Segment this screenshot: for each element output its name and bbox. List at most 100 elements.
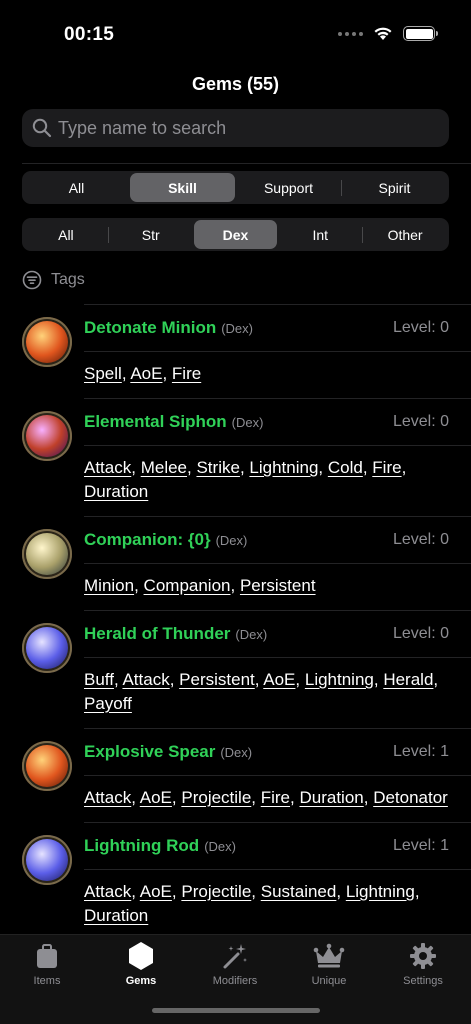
gem-tag-link[interactable]: Attack	[84, 458, 131, 477]
gem-attribute: (Dex)	[231, 414, 264, 430]
gem-row[interactable]: Companion: {0} (Dex) Level: 0 Minion, Compa…	[22, 516, 471, 610]
attr-filter-int[interactable]: Int	[278, 220, 362, 249]
gem-tags: Minion, Companion, Persistent	[84, 563, 471, 610]
divider	[22, 163, 471, 164]
tab-unique[interactable]: Unique	[282, 941, 376, 987]
gem-tag-link[interactable]: Duration	[299, 788, 363, 807]
gem-list: Detonate Minion (Dex) Level: 0 Spell, AoE, …	[0, 304, 471, 1003]
status-bar: 00:15	[0, 0, 471, 60]
gem-level: Level: 1	[392, 743, 449, 760]
gem-icon	[22, 623, 72, 673]
type-filter-all[interactable]: All	[24, 173, 129, 202]
gem-icon	[22, 411, 72, 461]
cellular-signal-icon	[338, 31, 363, 36]
type-filter-support[interactable]: Support	[236, 173, 341, 202]
gem-level: Level: 1	[392, 837, 449, 854]
tab-settings[interactable]: Settings	[376, 941, 470, 987]
status-time: 00:15	[64, 24, 115, 45]
gem-level: Level: 0	[392, 625, 449, 642]
attr-filter-other[interactable]: Other	[363, 220, 447, 249]
gem-tag-link[interactable]: Attack	[122, 670, 169, 689]
tab-modifiers[interactable]: Modifiers	[188, 941, 282, 987]
gem-tag-link[interactable]: Attack	[84, 882, 131, 901]
gem-tags: Attack, Melee, Strike, Lightning, Cold, …	[84, 445, 471, 516]
gem-tag-link[interactable]: Detonator	[373, 788, 448, 807]
gem-tag-link[interactable]: Persistent	[240, 576, 316, 595]
gem-tag-link[interactable]: Herald	[383, 670, 433, 689]
gem-tag-link[interactable]: Fire	[372, 458, 401, 477]
tab-gems-label: Gems	[125, 975, 157, 987]
type-filter-spirit[interactable]: Spirit	[342, 173, 447, 202]
gem-tag-link[interactable]: Sustained	[261, 882, 337, 901]
gem-icon	[22, 317, 72, 367]
gem-row[interactable]: Explosive Spear (Dex) Level: 1 Attack, AoE,…	[22, 728, 471, 822]
gem-tag-link[interactable]: Companion	[144, 576, 231, 595]
gem-row[interactable]: Lightning Rod (Dex) Level: 1 Attack, AoE, P…	[22, 822, 471, 940]
gem-tags: Spell, AoE, Fire	[84, 351, 471, 398]
gem-row[interactable]: Elemental Siphon (Dex) Level: 0 Attack, Mel…	[22, 398, 471, 516]
gem-tag-link[interactable]: Duration	[84, 906, 148, 925]
gem-tag-link[interactable]: AoE	[140, 882, 172, 901]
attribute-filter: All Str Dex Int Other	[22, 218, 449, 251]
gem-level: Level: 0	[392, 531, 449, 548]
gem-tag-link[interactable]: Strike	[196, 458, 239, 477]
tab-modifiers-label: Modifiers	[212, 975, 258, 987]
gem-tag-link[interactable]: Lightning	[249, 458, 318, 477]
hexagon-icon	[129, 942, 153, 970]
gem-name: Explosive Spear	[84, 742, 216, 761]
tab-settings-label: Settings	[403, 975, 443, 987]
gem-tag-link[interactable]: AoE	[130, 364, 162, 383]
gem-tag-link[interactable]: Buff	[84, 670, 114, 689]
gem-tags: Attack, AoE, Projectile, Fire, Duration,…	[84, 775, 471, 822]
type-filter: All Skill Support Spirit	[22, 171, 449, 204]
gem-tag-link[interactable]: AoE	[140, 788, 172, 807]
gem-attribute: (Dex)	[221, 320, 253, 336]
gem-tag-link[interactable]: Projectile	[181, 788, 251, 807]
gem-attribute: (Dex)	[215, 532, 248, 548]
gem-level: Level: 0	[392, 319, 449, 336]
battery-icon	[403, 26, 438, 41]
gem-row[interactable]: Detonate Minion (Dex) Level: 0 Spell, AoE, …	[22, 304, 471, 398]
tab-gems[interactable]: Gems	[94, 941, 188, 987]
search-icon	[32, 118, 52, 138]
gem-tag-link[interactable]: Lightning	[346, 882, 415, 901]
gem-tag-link[interactable]: Projectile	[181, 882, 251, 901]
filter-icon	[22, 270, 42, 290]
page-title: Gems (55)	[191, 74, 280, 94]
gem-tag-link[interactable]: Spell	[84, 364, 122, 383]
attr-filter-dex[interactable]: Dex	[193, 220, 278, 249]
gem-tag-link[interactable]: Fire	[172, 364, 201, 383]
gem-tag-link[interactable]: Payoff	[84, 694, 132, 713]
search-bar[interactable]	[22, 109, 449, 147]
gem-tag-link[interactable]: Minion	[84, 576, 134, 595]
tab-unique-label: Unique	[311, 975, 347, 987]
gem-tag-link[interactable]: Lightning	[305, 670, 374, 689]
magic-wand-icon	[223, 944, 247, 969]
gem-attribute: (Dex)	[235, 626, 268, 642]
bag-icon	[37, 944, 57, 968]
gem-tag-link[interactable]: Fire	[261, 788, 290, 807]
gem-tags: Buff, Attack, Persistent, AoE, Lightning…	[84, 657, 471, 728]
gem-row[interactable]: Herald of Thunder (Dex) Level: 0 Buff, Atta…	[22, 610, 471, 728]
gem-tag-link[interactable]: Melee	[141, 458, 187, 477]
gem-name: Lightning Rod	[84, 836, 200, 855]
gem-attribute: (Dex)	[220, 744, 253, 760]
type-filter-skill[interactable]: Skill	[130, 173, 235, 202]
gem-tag-link[interactable]: Duration	[84, 482, 148, 501]
home-indicator	[152, 1008, 320, 1013]
gem-tag-link[interactable]: Attack	[84, 788, 131, 807]
tab-items[interactable]: Items	[0, 941, 94, 987]
gem-tags: Attack, AoE, Projectile, Sustained, Ligh…	[84, 869, 471, 940]
gem-tag-link[interactable]: Persistent	[179, 670, 255, 689]
attr-filter-str[interactable]: Str	[109, 220, 193, 249]
gem-icon	[22, 835, 72, 885]
gear-icon	[410, 943, 436, 969]
gem-icon	[22, 741, 72, 791]
gem-tag-link[interactable]: Cold	[328, 458, 363, 477]
gem-tag-link[interactable]: AoE	[263, 670, 295, 689]
tags-filter-button[interactable]: Tags	[22, 270, 85, 290]
search-input[interactable]	[58, 117, 438, 139]
gem-level: Level: 0	[392, 413, 449, 430]
attr-filter-all[interactable]: All	[24, 220, 108, 249]
gem-attribute: (Dex)	[204, 838, 236, 854]
